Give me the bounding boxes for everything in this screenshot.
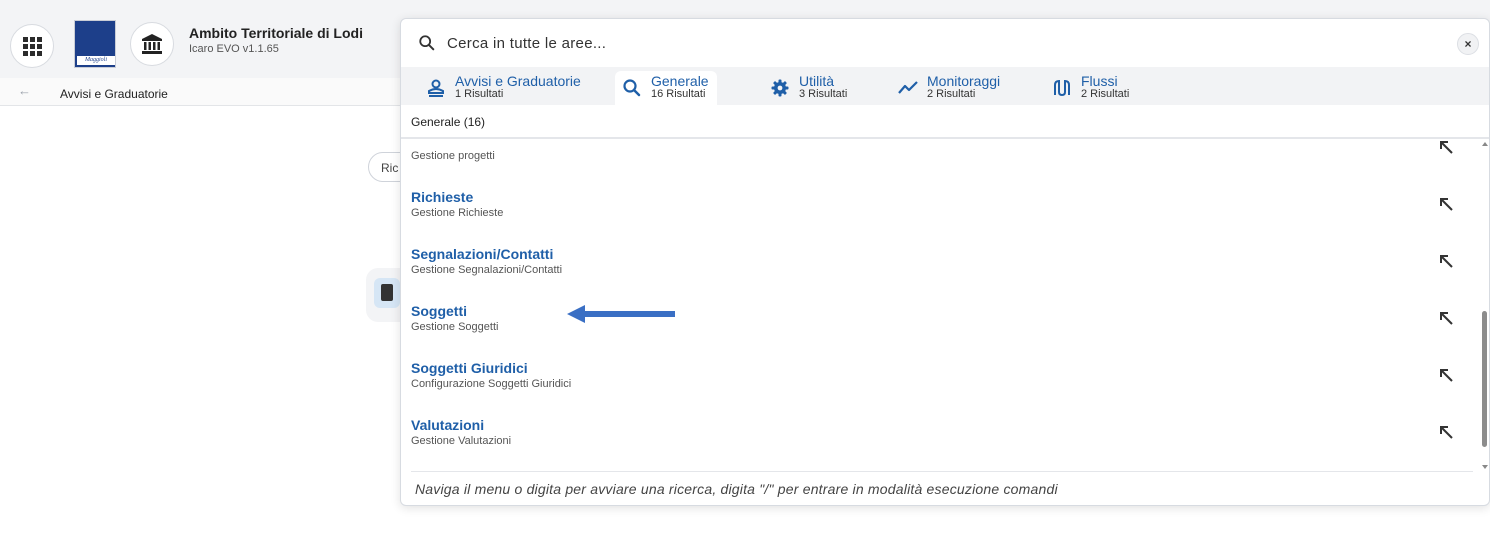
maggioli-logo: Maggioli (74, 20, 116, 68)
open-arrow-icon[interactable] (1437, 366, 1455, 384)
back-arrow-icon[interactable]: ← (18, 83, 31, 98)
result-subtitle: Gestione Richieste (411, 207, 504, 219)
list-item[interactable]: Valutazioni Gestione Valutazioni (401, 409, 1473, 466)
document-icon (374, 278, 400, 308)
open-arrow-icon[interactable] (1437, 309, 1455, 327)
tab-label: Flussi (1081, 73, 1118, 89)
trend-line-icon (898, 81, 918, 94)
open-arrow-icon[interactable] (1437, 252, 1455, 270)
results-list: Gestione progetti Richieste Gestione Ric… (401, 139, 1473, 469)
result-title: Soggetti Giuridici (411, 360, 528, 376)
breadcrumb-label[interactable]: Avvisi e Graduatorie (60, 87, 168, 101)
result-title: Segnalazioni/Contatti (411, 246, 554, 262)
breadcrumb: ← Avvisi e Graduatorie (0, 78, 400, 106)
results-scrollbar[interactable] (1481, 139, 1489, 469)
open-arrow-icon[interactable] (1437, 423, 1455, 441)
search-icon (623, 79, 641, 97)
list-item[interactable]: Richieste Gestione Richieste (401, 181, 1473, 238)
app-title: Ambito Territoriale di Lodi (189, 25, 363, 41)
app-version: Icaro EVO v1.1.65 (189, 43, 279, 55)
scroll-down-icon[interactable] (1482, 465, 1488, 469)
apps-menu-button[interactable] (10, 24, 54, 68)
tab-label: Monitoraggi (927, 73, 1001, 89)
scroll-up-icon[interactable] (1482, 142, 1488, 146)
tab-count: 2 Risultati (1081, 88, 1130, 100)
list-item[interactable]: Gestione progetti (401, 139, 1473, 181)
list-item[interactable]: Segnalazioni/Contatti Gestione Segnalazi… (401, 238, 1473, 295)
result-subtitle: Gestione Segnalazioni/Contatti (411, 264, 563, 276)
result-subtitle: Gestione progetti (411, 150, 495, 162)
result-category-tabs: Avvisi e Graduatorie 1 Risultati General… (401, 67, 1489, 105)
tab-label: Avvisi e Graduatorie (455, 73, 581, 89)
result-subtitle: Configurazione Soggetti Giuridici (411, 378, 572, 390)
clear-search-button[interactable]: × (1457, 33, 1479, 55)
grid-icon (22, 36, 42, 56)
scroll-thumb[interactable] (1482, 311, 1487, 447)
tab-generale[interactable]: Generale 16 Risultati (615, 71, 717, 105)
institution-icon (142, 34, 162, 54)
tab-flussi[interactable]: Flussi 2 Risultati (1045, 71, 1135, 105)
result-subtitle: Gestione Soggetti (411, 321, 499, 333)
search-bar: × (401, 19, 1489, 67)
result-title: Valutazioni (411, 417, 485, 433)
user-badge-icon (428, 79, 444, 97)
group-header: Generale (16) (411, 115, 486, 129)
tab-avvisi-e-graduatorie[interactable]: Avvisi e Graduatorie 1 Risultati (419, 71, 587, 105)
tab-label: Utilità (799, 73, 835, 89)
tab-count: 2 Risultati (927, 88, 976, 100)
open-arrow-icon[interactable] (1437, 195, 1455, 213)
tab-count: 1 Risultati (455, 88, 504, 100)
result-title: Soggetti (411, 303, 467, 319)
result-title: Richieste (411, 189, 474, 205)
list-item[interactable]: Soggetti Giuridici Configurazione Sogget… (401, 352, 1473, 409)
tab-utilita[interactable]: Utilità 3 Risultati (763, 71, 853, 105)
flow-icon (1054, 79, 1070, 97)
tab-monitoraggi[interactable]: Monitoraggi 2 Risultati (891, 71, 1006, 105)
institution-button[interactable] (130, 22, 174, 66)
list-item[interactable]: Soggetti Gestione Soggetti (401, 295, 1473, 352)
search-input[interactable] (447, 29, 1347, 57)
global-search-panel: × Avvisi e Graduatorie 1 Risultati (400, 18, 1490, 506)
result-subtitle: Gestione Valutazioni (411, 435, 512, 447)
tab-label: Generale (651, 73, 709, 89)
tab-count: 3 Risultati (799, 88, 848, 100)
footer-hint: Naviga il menu o digita per avviare una … (415, 481, 1058, 497)
search-icon (419, 35, 435, 51)
open-arrow-icon[interactable] (1437, 139, 1455, 156)
annotation-arrow-icon (567, 305, 675, 323)
gear-icon (771, 79, 789, 97)
tab-count: 16 Risultati (651, 88, 706, 100)
divider (411, 471, 1473, 472)
